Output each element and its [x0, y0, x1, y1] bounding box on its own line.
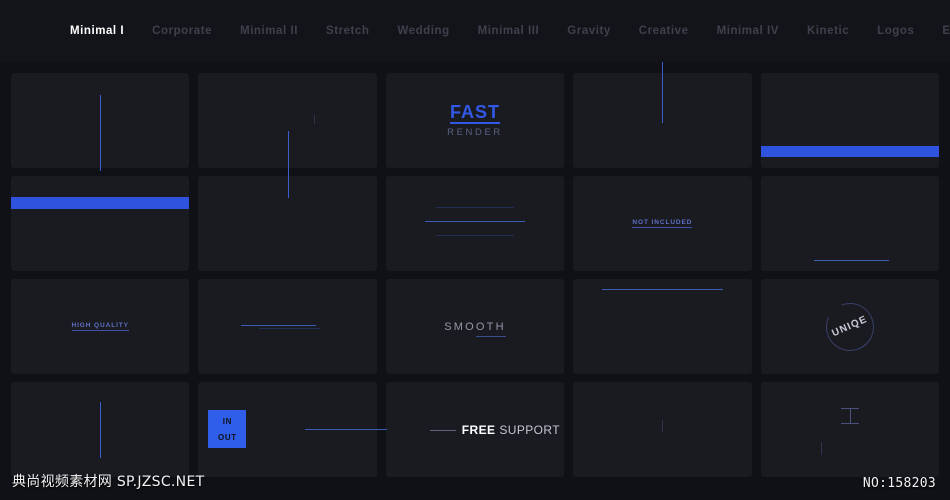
support-bold-label: FREE: [461, 423, 496, 437]
tick-mark: [821, 442, 823, 455]
tab-minimal-i[interactable]: Minimal I: [56, 25, 138, 37]
template-card-lines[interactable]: [385, 176, 565, 271]
template-card-14[interactable]: [573, 279, 752, 374]
watermark-left: 典尚视频素材网 SP.JZSC.NET: [12, 474, 205, 490]
template-card-1[interactable]: [11, 73, 190, 171]
template-card-unique[interactable]: UNIQE: [760, 279, 939, 374]
tab-gravity[interactable]: Gravity: [553, 25, 624, 37]
template-card-6[interactable]: [11, 176, 190, 271]
template-card-free-support[interactable]: FREE SUPPORT: [385, 382, 565, 477]
template-card-7[interactable]: [198, 154, 377, 271]
card-art: [11, 382, 189, 477]
template-card-12[interactable]: [198, 279, 377, 374]
tab-wedding[interactable]: Wedding: [383, 25, 463, 37]
tab-elements[interactable]: Elements: [928, 25, 950, 37]
card-art: [573, 279, 751, 374]
card-art: IN OUT: [198, 382, 388, 477]
template-card-20[interactable]: [760, 382, 939, 477]
lead-line: [429, 429, 456, 431]
card-art: FREE SUPPORT: [386, 382, 564, 477]
card-art: [573, 51, 751, 168]
blue-bar: [760, 146, 939, 157]
tab-logos[interactable]: Logos: [863, 25, 928, 37]
fast-subtitle: RENDER: [447, 127, 503, 139]
card-art: [761, 176, 939, 271]
not-included-label: NOT INCLUDED: [632, 219, 693, 228]
line-accent: [241, 325, 317, 326]
fast-title: FAST: [449, 102, 500, 125]
line-middle: [425, 221, 525, 222]
tick-mark: [314, 115, 316, 124]
free-support-lockup: FREE SUPPORT: [429, 423, 560, 437]
connector-line: [305, 429, 388, 430]
template-card-high-quality[interactable]: HIGH QUALITY: [11, 279, 190, 374]
vertical-line: [100, 95, 102, 171]
card-art: [198, 154, 376, 271]
tab-minimal-ii[interactable]: Minimal II: [226, 25, 312, 37]
fast-render-lockup: FAST RENDER: [447, 103, 503, 138]
vertical-line: [100, 402, 102, 458]
template-card-5[interactable]: [760, 73, 939, 168]
line-top: [435, 207, 515, 208]
tab-minimal-iii[interactable]: Minimal III: [464, 25, 554, 37]
card-art: NOT INCLUDED: [573, 176, 751, 271]
template-card-in-out[interactable]: IN OUT: [198, 382, 388, 477]
i-beam-icon: [840, 408, 859, 424]
card-art: [761, 382, 939, 477]
card-art: HIGH QUALITY: [11, 279, 189, 374]
in-out-swatch: IN OUT: [208, 410, 247, 448]
line-accent-shadow: [259, 328, 320, 329]
blue-bar: [11, 197, 190, 209]
in-label: IN: [222, 416, 232, 426]
card-art: FAST RENDER: [386, 73, 564, 168]
template-card-smooth[interactable]: SMOOTH: [385, 279, 565, 374]
template-card-not-included[interactable]: NOT INCLUDED: [573, 176, 752, 271]
card-art: [198, 279, 376, 374]
card-art: UNIQE: [761, 279, 939, 374]
template-card-19[interactable]: [573, 382, 752, 477]
out-label: OUT: [218, 432, 237, 442]
template-card-16[interactable]: [11, 382, 190, 477]
tab-corporate[interactable]: Corporate: [138, 25, 226, 37]
support-rest-label: SUPPORT: [499, 423, 560, 437]
card-art: [386, 176, 564, 271]
line-accent: [601, 289, 724, 290]
template-grid: FAST RENDER NOT INCLUDED HIGH QUALITY SM…: [11, 51, 939, 477]
unique-badge: UNIQE: [818, 294, 882, 359]
smooth-label: SMOOTH: [444, 320, 507, 337]
tab-creative[interactable]: Creative: [625, 25, 703, 37]
template-card-10[interactable]: [760, 176, 939, 271]
vertical-line: [287, 154, 289, 198]
tab-stretch[interactable]: Stretch: [312, 25, 383, 37]
tab-kinetic[interactable]: Kinetic: [793, 25, 863, 37]
template-card-4[interactable]: [573, 51, 752, 168]
tick-mark: [662, 420, 664, 432]
line-bottom: [435, 235, 515, 236]
template-card-fast-render[interactable]: FAST RENDER: [385, 73, 565, 168]
card-art: [760, 73, 939, 168]
card-art: [573, 382, 751, 477]
high-quality-label: HIGH QUALITY: [71, 322, 129, 331]
underline-accent: [814, 260, 890, 261]
card-art: [11, 176, 190, 271]
card-art: [11, 73, 189, 171]
watermark-right: NO:158203: [862, 476, 936, 491]
tab-bar: Minimal I Corporate Minimal II Stretch Weddi…: [0, 0, 950, 62]
tab-minimal-iv[interactable]: Minimal IV: [703, 25, 793, 37]
card-art: SMOOTH: [386, 279, 564, 374]
